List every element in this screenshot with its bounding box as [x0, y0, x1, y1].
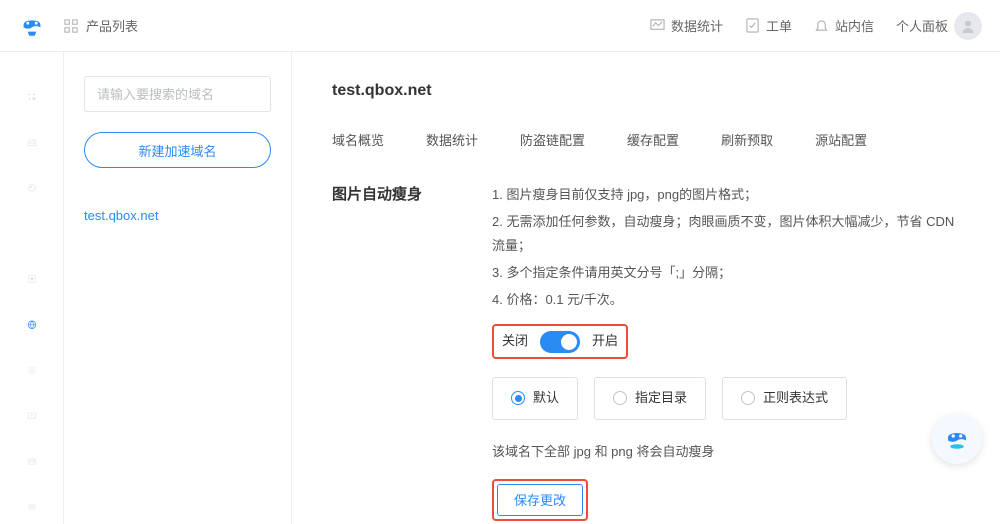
desc-line-3: 3. 多个指定条件请用英文分号「;」分隔；	[492, 261, 970, 286]
nav-ticket-label: 工单	[766, 16, 792, 35]
breadcrumb[interactable]: 产品列表	[64, 16, 138, 35]
tab-origin[interactable]: 源站配置	[815, 130, 867, 155]
radio-default-label: 默认	[533, 386, 559, 411]
nav-profile[interactable]: 个人面板	[896, 12, 982, 40]
vnav-item-7[interactable]	[22, 411, 42, 421]
desc-line-1: 1. 图片瘦身目前仅支持 jpg，png的图片格式；	[492, 183, 970, 208]
vnav-item-5-active[interactable]	[22, 320, 42, 330]
vnav-item-1[interactable]	[22, 92, 42, 102]
toggle-on-label: 开启	[592, 329, 618, 354]
sidebar-domain-item[interactable]: test.qbox.net	[84, 208, 271, 223]
bell-icon	[814, 18, 829, 33]
image-slim-toggle[interactable]	[540, 331, 580, 353]
section-title: 图片自动瘦身	[332, 183, 452, 204]
tab-antileech[interactable]: 防盗链配置	[520, 130, 585, 155]
nav-stats[interactable]: 数据统计	[650, 16, 723, 35]
radio-default[interactable]: 默认	[492, 377, 578, 420]
tab-bar: 域名概览 数据统计 防盗链配置 缓存配置 刷新预取 源站配置	[332, 130, 970, 155]
radio-regex-label: 正则表达式	[763, 386, 828, 411]
radio-regex[interactable]: 正则表达式	[722, 377, 847, 420]
vnav-item-3[interactable]	[22, 183, 42, 193]
breadcrumb-label: 产品列表	[86, 16, 138, 35]
ticket-icon	[745, 18, 760, 33]
nav-stats-label: 数据统计	[671, 16, 723, 35]
helper-text: 该域名下全部 jpg 和 png 将会自动瘦身	[492, 440, 970, 465]
tab-cache[interactable]: 缓存配置	[627, 130, 679, 155]
save-highlight: 保存更改	[492, 479, 588, 521]
radio-directory-label: 指定目录	[635, 386, 687, 411]
vnav-item-2[interactable]	[22, 138, 42, 148]
nav-profile-label: 个人面板	[896, 16, 948, 35]
tab-refresh[interactable]: 刷新预取	[721, 130, 773, 155]
desc-line-4: 4. 价格：0.1 元/千次。	[492, 288, 970, 313]
search-input[interactable]	[84, 76, 271, 112]
brand-logo[interactable]	[0, 12, 64, 40]
vnav-collapse[interactable]	[22, 502, 42, 512]
apps-icon	[64, 19, 78, 33]
chart-icon	[650, 18, 665, 33]
new-domain-button[interactable]: 新建加速域名	[84, 132, 271, 168]
avatar	[954, 12, 982, 40]
save-button[interactable]: 保存更改	[497, 484, 583, 516]
desc-line-2: 2. 无需添加任何参数，自动瘦身；肉眼画质不变，图片体积大幅减少，节省 CDN …	[492, 210, 970, 259]
toggle-highlight: 关闭 开启	[492, 324, 628, 359]
tab-stats[interactable]: 数据统计	[426, 130, 478, 155]
assistant-bubble[interactable]	[932, 414, 982, 464]
nav-inbox-label: 站内信	[835, 16, 874, 35]
vnav-item-6[interactable]	[22, 366, 42, 376]
vnav-item-4[interactable]	[22, 274, 42, 284]
nav-inbox[interactable]: 站内信	[814, 16, 874, 35]
assistant-icon	[942, 424, 972, 454]
page-title: test.qbox.net	[332, 82, 970, 100]
toggle-off-label: 关闭	[502, 329, 528, 354]
tab-overview[interactable]: 域名概览	[332, 130, 384, 155]
vnav-item-8[interactable]	[22, 457, 42, 467]
radio-directory[interactable]: 指定目录	[594, 377, 706, 420]
nav-ticket[interactable]: 工单	[745, 16, 792, 35]
